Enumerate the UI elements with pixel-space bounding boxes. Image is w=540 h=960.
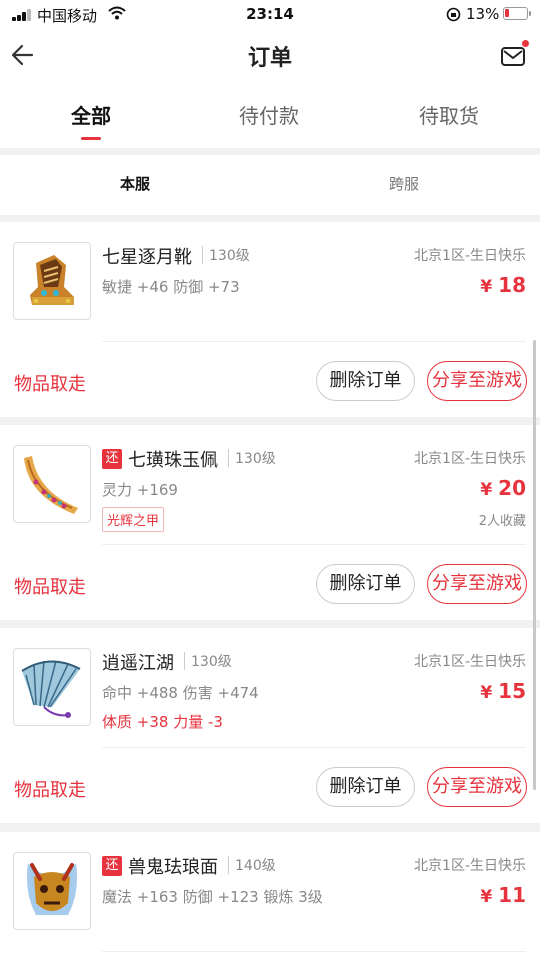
item-level: 130级: [191, 654, 232, 670]
item-price: ¥11: [480, 883, 526, 907]
delete-order-button[interactable]: 删除订单: [316, 361, 415, 401]
page-title: 订单: [247, 46, 292, 71]
item-price: ¥20: [480, 476, 526, 500]
item-thumbnail[interactable]: [13, 445, 91, 523]
boots-icon: [30, 255, 74, 305]
divider: [202, 246, 203, 264]
divider: [184, 652, 185, 670]
divider: [102, 951, 526, 952]
return-badge: 还: [102, 856, 122, 876]
divider: [102, 544, 526, 545]
divider: [102, 747, 526, 748]
share-to-game-button[interactable]: 分享至游戏: [427, 767, 527, 807]
item-level: 130级: [209, 248, 250, 264]
item-price: ¥15: [480, 679, 526, 703]
server-label: 北京1区-生日快乐: [414, 451, 526, 467]
pendant-icon: [24, 456, 78, 514]
item-thumbnail[interactable]: [13, 852, 91, 930]
extra-attributes: 体质 +38 力量 -3: [102, 713, 223, 731]
item-attributes: 命中 +488 伤害 +474: [102, 684, 259, 702]
item-level: 140级: [235, 858, 276, 874]
server-tabs: 本服 跨服: [0, 155, 540, 215]
server-label: 北京1区-生日快乐: [414, 654, 526, 670]
item-attributes: 灵力 +169: [102, 481, 178, 499]
item-attributes: 魔法 +163 防御 +123 锻炼 3级: [102, 888, 323, 906]
divider: [228, 856, 229, 874]
divider: [228, 449, 229, 467]
delete-order-button[interactable]: 删除订单: [316, 767, 415, 807]
set-tag: 光辉之甲: [102, 507, 165, 532]
item-thumbnail[interactable]: [13, 648, 91, 726]
scrollbar[interactable]: [533, 340, 536, 790]
server-label: 北京1区-生日快乐: [414, 858, 526, 874]
mask-icon: [27, 863, 77, 915]
item-thumbnail[interactable]: [13, 242, 91, 320]
battery-percent: 13%: [466, 5, 500, 23]
item-name[interactable]: 兽鬼珐琅面: [128, 853, 218, 879]
item-price: ¥18: [480, 273, 526, 297]
share-to-game-button[interactable]: 分享至游戏: [427, 361, 527, 401]
server-label: 北京1区-生日快乐: [414, 248, 526, 264]
nav-bar: 订单: [0, 30, 540, 80]
divider: [102, 341, 526, 342]
order-card: 逍遥江湖 130级 北京1区-生日快乐 命中 +488 伤害 +474 ¥15 …: [0, 628, 540, 823]
favorites-count: 2人收藏: [478, 514, 526, 529]
order-card: 还 七璜珠玉佩 130级 北京1区-生日快乐 灵力 +169 ¥20 光辉之甲 …: [0, 425, 540, 620]
tab-pending-payment[interactable]: 待付款: [199, 100, 339, 129]
status-bar: 中国移动 23:14 13%: [0, 0, 540, 30]
order-card: 还 兽鬼珐琅面 140级 北京1区-生日快乐 魔法 +163 防御 +123 锻…: [0, 832, 540, 960]
share-to-game-button[interactable]: 分享至游戏: [427, 564, 527, 604]
item-name[interactable]: 逍遥江湖: [102, 649, 174, 675]
order-status: 物品取走: [14, 577, 86, 598]
rotation-lock-icon: [446, 7, 461, 22]
item-level: 130级: [235, 451, 276, 467]
fan-icon: [21, 660, 81, 718]
order-card: 七星逐月靴 130级 北京1区-生日快乐 敏捷 +46 防御 +73 ¥18 物…: [0, 222, 540, 417]
tab-local-server[interactable]: 本服: [75, 173, 195, 194]
order-tabs: 全部 待付款 待取货: [0, 80, 540, 148]
order-status: 物品取走: [14, 780, 86, 801]
active-tab-indicator: [81, 137, 101, 140]
item-name[interactable]: 七璜珠玉佩: [128, 446, 218, 472]
delete-order-button[interactable]: 删除订单: [316, 564, 415, 604]
battery-icon: [503, 7, 531, 20]
tab-cross-server[interactable]: 跨服: [344, 173, 464, 194]
return-badge: 还: [102, 449, 122, 469]
item-name[interactable]: 七星逐月靴: [102, 243, 192, 269]
notification-dot: [522, 40, 529, 47]
tab-pending-pickup[interactable]: 待取货: [379, 100, 519, 129]
tab-all[interactable]: 全部: [21, 100, 161, 129]
order-status: 物品取走: [14, 374, 86, 395]
item-attributes: 敏捷 +46 防御 +73: [102, 278, 240, 296]
